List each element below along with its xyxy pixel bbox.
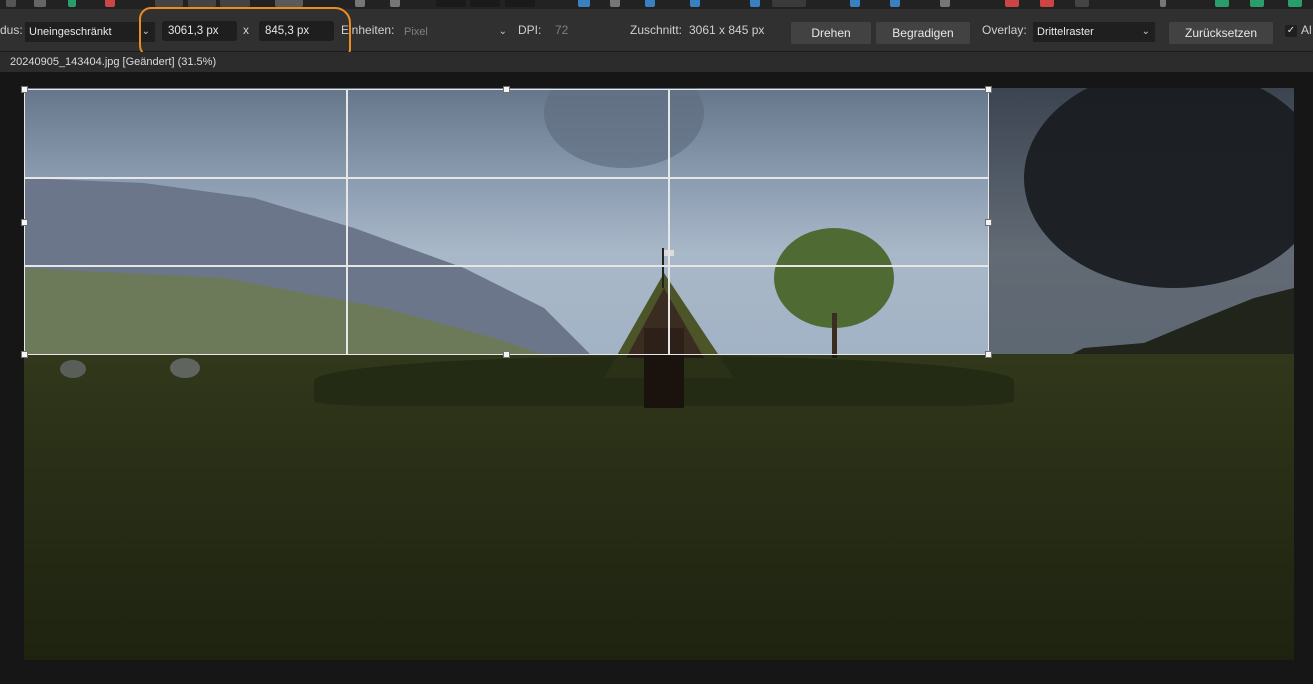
times-sign: x	[243, 23, 249, 37]
units-label: Einheiten:	[341, 23, 395, 37]
toolbar-icon[interactable]	[105, 0, 115, 7]
document-title: 20240905_143404.jpg [Geändert] (31.5%)	[10, 56, 217, 68]
chevron-down-icon: ⌄	[498, 26, 507, 37]
toolbar-icon[interactable]	[470, 0, 500, 7]
crop-height-field[interactable]: 845,3 px	[259, 21, 334, 41]
straighten-button[interactable]: Begradigen	[876, 22, 970, 44]
toolbar-icon[interactable]	[355, 0, 365, 7]
toolbar-icon[interactable]	[1250, 0, 1264, 7]
toolbar-icon[interactable]	[505, 0, 535, 7]
toolbar-icon[interactable]	[1288, 0, 1302, 7]
overlay-label: Overlay:	[982, 23, 1027, 37]
toolbar-icon[interactable]	[690, 0, 700, 7]
crop-handle-bottom-left[interactable]	[21, 351, 28, 358]
crop-handle-left[interactable]	[21, 219, 28, 226]
dpi-field[interactable]: 72	[555, 23, 568, 37]
cut-label: Al	[1301, 23, 1312, 37]
thirds-gridline	[346, 90, 348, 354]
crop-handle-top-right[interactable]	[985, 86, 992, 93]
toolbar-icon[interactable]	[890, 0, 900, 7]
crop-handle-top-left[interactable]	[21, 86, 28, 93]
top-icon-strip	[0, 0, 1313, 9]
toolbar-icon[interactable]	[578, 0, 590, 7]
mode-value: Uneingeschränkt	[29, 26, 112, 38]
toolbar-icon[interactable]	[610, 0, 620, 7]
toolbar-icon[interactable]	[750, 0, 760, 7]
toolbar-icon[interactable]	[390, 0, 400, 7]
toolbar-icon[interactable]	[155, 0, 183, 7]
toolbar-icon[interactable]	[1160, 0, 1166, 7]
crop-context-toolbar: dus: Uneingeschränkt ⌄ 3061,3 px x 845,3…	[0, 9, 1313, 52]
chevron-down-icon: ⌄	[1141, 26, 1150, 37]
toolbar-icon[interactable]	[1215, 0, 1229, 7]
crop-handle-top[interactable]	[503, 86, 510, 93]
toolbar-icon[interactable]	[772, 0, 806, 7]
crop-handle-bottom-right[interactable]	[985, 351, 992, 358]
units-value: Pixel	[404, 26, 428, 38]
toolbar-icon[interactable]	[645, 0, 655, 7]
crop-width-field[interactable]: 3061,3 px	[162, 21, 237, 41]
crop-selection[interactable]	[21, 86, 992, 358]
crop-size-label: Zuschnitt:	[630, 23, 683, 37]
toolbar-icon[interactable]	[34, 0, 46, 7]
toolbar-icon[interactable]	[1040, 0, 1054, 7]
overlay-dropdown[interactable]: Drittelraster ⌄	[1033, 22, 1155, 42]
units-dropdown[interactable]: Pixel ⌄	[400, 22, 512, 42]
chevron-down-icon: ⌄	[141, 26, 150, 37]
thirds-gridline	[25, 265, 988, 267]
thirds-gridline	[25, 177, 988, 179]
toolbar-icon[interactable]	[188, 0, 216, 7]
document-tab[interactable]: 20240905_143404.jpg [Geändert] (31.5%)	[0, 52, 1313, 72]
toolbar-icon[interactable]	[1075, 0, 1089, 7]
rotate-button[interactable]: Drehen	[791, 22, 871, 44]
toolbar-icon[interactable]	[275, 0, 303, 7]
toolbar-icon[interactable]	[68, 0, 76, 7]
crop-outside-mask	[989, 88, 1294, 660]
toolbar-icon[interactable]	[850, 0, 860, 7]
reset-button[interactable]: Zurücksetzen	[1169, 22, 1273, 44]
toolbar-icon[interactable]	[436, 0, 466, 7]
thirds-gridline	[668, 90, 670, 354]
crop-handle-right[interactable]	[985, 219, 992, 226]
toolbar-icon[interactable]	[220, 0, 250, 7]
mode-label: dus:	[0, 23, 23, 37]
mode-dropdown[interactable]: Uneingeschränkt ⌄	[25, 22, 155, 42]
crop-size-value: 3061 x 845 px	[689, 23, 765, 37]
toolbar-icon[interactable]	[6, 0, 16, 7]
dpi-label: DPI:	[518, 23, 542, 37]
toolbar-icon[interactable]	[940, 0, 950, 7]
checkmark-icon[interactable]: ✓	[1285, 25, 1297, 37]
overlay-value: Drittelraster	[1037, 26, 1094, 38]
crop-handle-bottom[interactable]	[503, 351, 510, 358]
crop-outside-mask	[24, 354, 989, 660]
toolbar-icon[interactable]	[1005, 0, 1019, 7]
